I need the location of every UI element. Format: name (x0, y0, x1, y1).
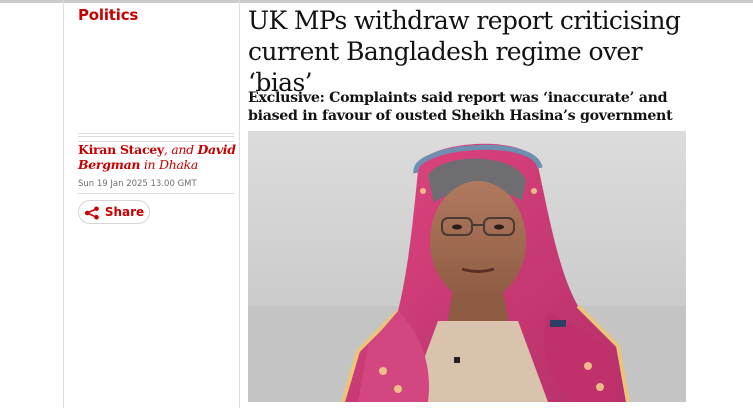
standfirst: Exclusive: Complaints said report was ‘i… (248, 90, 673, 124)
left-column-rule (63, 0, 64, 408)
byline-conjunction: , and (163, 142, 198, 157)
byline-location: in Dhaka (140, 157, 199, 172)
share-label: Share (104, 205, 145, 219)
byline: Kiran Stacey, and David Bergman in Dhaka (78, 142, 238, 172)
publish-date: Sun 19 Jan 2025 13.00 GMT (78, 179, 197, 189)
author-link-kiran-stacey[interactable]: Kiran Stacey (78, 142, 164, 157)
article-main-image[interactable] (248, 131, 686, 402)
share-button[interactable]: Share (78, 200, 150, 224)
section-label[interactable]: Politics (78, 6, 138, 24)
share-icon (84, 205, 100, 220)
top-strip (0, 0, 753, 3)
byline-divider (78, 133, 234, 142)
headline: UK MPs withdraw report criticising curre… (248, 6, 681, 97)
article-page: Politics UK MPs withdraw report criticis… (0, 0, 753, 408)
center-column-rule (239, 0, 240, 408)
meta-divider (78, 193, 234, 194)
